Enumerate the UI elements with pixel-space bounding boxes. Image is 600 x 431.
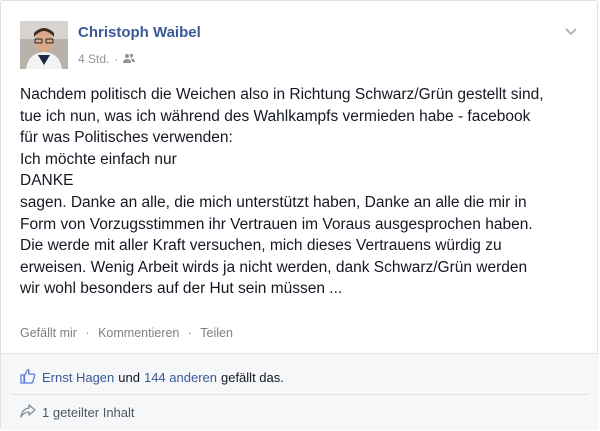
post-text-line: Nachdem politisch die Weichen also in Ri… — [20, 86, 544, 103]
action-separator: · — [187, 326, 193, 340]
author-name[interactable]: Christoph Waibel — [78, 24, 201, 41]
friends-icon[interactable] — [123, 52, 136, 66]
shares-summary[interactable]: 1 geteilter Inhalt — [20, 404, 135, 421]
post-text-line: für was Politisches verwenden: — [20, 129, 233, 147]
liker-name-link[interactable]: Ernst Hagen — [42, 370, 114, 385]
avatar[interactable] — [20, 21, 68, 69]
timestamp[interactable]: 4 Std. — [78, 52, 109, 66]
post-text-line: wir wohl besonders auf der Hut sein müss… — [20, 280, 343, 298]
post-actions: Gefällt mir · Kommentieren · Teilen — [20, 326, 233, 340]
action-separator: · — [85, 326, 90, 340]
meta-separator: · — [114, 52, 119, 66]
profile-photo-icon — [20, 21, 68, 69]
likes-others-link[interactable]: 144 anderen — [144, 370, 217, 385]
post-text-line: sagen. Danke an alle, die mich unterstüt… — [20, 193, 527, 211]
feed-post: Christoph Waibel 4 Std. · Nachdem politi… — [0, 0, 599, 430]
share-arrow-icon — [20, 404, 36, 421]
likes-suffix: gefällt das. — [220, 370, 284, 385]
post-text-line: tue ich nun, was ich während des Wahlkam… — [20, 107, 531, 125]
post-text-line: Ich möchte einfach nur — [20, 150, 177, 168]
comment-link[interactable]: Kommentieren — [98, 326, 179, 340]
post-text-line: DANKE — [20, 172, 74, 190]
post-text-line: Die werde mit aller Kraft versuchen, mic… — [20, 237, 502, 255]
likes-summary: Ernst Hagen und 144 anderen gefällt das. — [20, 368, 288, 387]
post-meta: 4 Std. · — [78, 52, 136, 66]
likes-conjunction: und — [118, 370, 140, 385]
like-link[interactable]: Gefällt mir — [20, 326, 77, 340]
share-link[interactable]: Teilen — [200, 326, 233, 340]
shares-count-link[interactable]: 1 geteilter Inhalt — [42, 405, 135, 420]
post-text-line: erweisen. Wenig Arbeit wirds ja nicht we… — [20, 258, 528, 276]
ufi-footer: Ernst Hagen und 144 anderen gefällt das.… — [1, 353, 599, 430]
divider — [11, 394, 589, 395]
post-text-line: Form von Vorzugsstimmen ihr Vertrauen im… — [20, 215, 533, 233]
chevron-down-icon[interactable] — [565, 23, 577, 41]
thumbs-up-icon — [20, 368, 36, 387]
post-text: Nachdem politisch die Weichen also in Ri… — [20, 84, 580, 300]
